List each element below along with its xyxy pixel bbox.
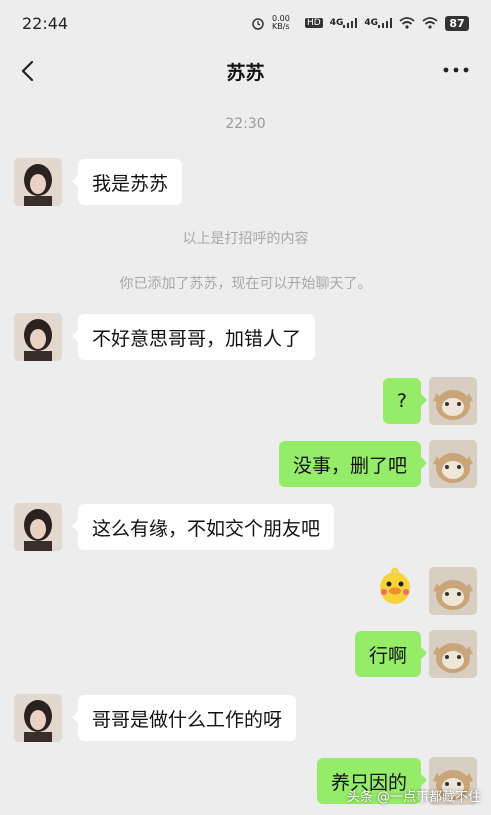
- chevron-left-icon: [21, 60, 34, 82]
- message-timestamp: 22:30: [225, 116, 266, 132]
- network-speed: 0.00 KB/s: [271, 14, 290, 31]
- message-bubble-incoming[interactable]: 我是苏苏: [71, 159, 183, 205]
- message-bubble-incoming[interactable]: 哥哥是做什么工作的呀: [71, 695, 297, 741]
- contact-avatar[interactable]: [14, 313, 62, 361]
- wifi-icon: [399, 17, 415, 29]
- signal-2-label: 4G: [364, 18, 378, 28]
- system-message: 以上是打招呼的内容: [182, 231, 309, 247]
- message-bubble-outgoing[interactable]: 没事，删了吧: [278, 441, 428, 487]
- user-avatar[interactable]: [429, 377, 477, 425]
- message-bubble-incoming[interactable]: 这么有缘，不如交个朋友吧: [71, 504, 335, 550]
- contact-avatar[interactable]: [14, 503, 62, 551]
- chat-header: 苏苏: [0, 46, 491, 96]
- user-avatar[interactable]: [429, 567, 477, 615]
- more-button[interactable]: [441, 58, 471, 82]
- more-dots-icon: [443, 67, 469, 73]
- contact-avatar[interactable]: [14, 694, 62, 742]
- message-bubble-outgoing[interactable]: ?: [382, 378, 428, 424]
- alarm-icon: [251, 16, 265, 30]
- status-icons: 0.00 KB/s HD 4G 4G 87: [251, 15, 469, 31]
- wifi-icon-2: [422, 17, 438, 29]
- status-bar: 22:44 0.00 KB/s HD 4G 4G 87: [0, 0, 491, 46]
- hd-badge: HD: [304, 18, 323, 28]
- system-message: 你已添加了苏苏，现在可以开始聊天了。: [119, 276, 372, 292]
- signal-4g-2: 4G: [364, 18, 392, 28]
- signal-4g-1: 4G: [330, 18, 358, 28]
- user-avatar[interactable]: [429, 630, 477, 678]
- duck-sticker-icon[interactable]: [375, 566, 415, 606]
- battery-level: 87: [445, 15, 469, 31]
- status-time: 22:44: [22, 13, 69, 33]
- chat-title: 苏苏: [226, 61, 265, 84]
- signal-1-label: 4G: [329, 18, 344, 28]
- user-avatar[interactable]: [429, 440, 477, 488]
- back-button[interactable]: [14, 56, 44, 86]
- message-bubble-incoming[interactable]: 不好意思哥哥，加错人了: [71, 314, 316, 360]
- message-bubble-outgoing[interactable]: 行啊: [354, 631, 428, 677]
- contact-avatar[interactable]: [14, 158, 62, 206]
- watermark: 头条 @一点事都藏不住: [346, 790, 481, 805]
